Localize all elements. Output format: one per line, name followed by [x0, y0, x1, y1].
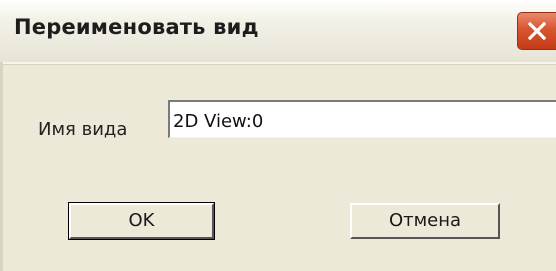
view-name-input[interactable]: [168, 100, 556, 138]
close-button[interactable]: [517, 12, 556, 50]
close-icon: [527, 21, 547, 41]
ok-button[interactable]: OK: [68, 202, 215, 240]
title-divider: [0, 62, 556, 65]
window-left-border: [0, 62, 3, 271]
dialog-title: Переименовать вид: [14, 15, 259, 39]
title-bar[interactable]: Переименовать вид: [0, 0, 556, 62]
rename-view-dialog: Переименовать вид Имя вида OK Отмена: [0, 0, 556, 271]
cancel-button[interactable]: Отмена: [350, 203, 500, 239]
view-name-label: Имя вида: [38, 119, 128, 140]
